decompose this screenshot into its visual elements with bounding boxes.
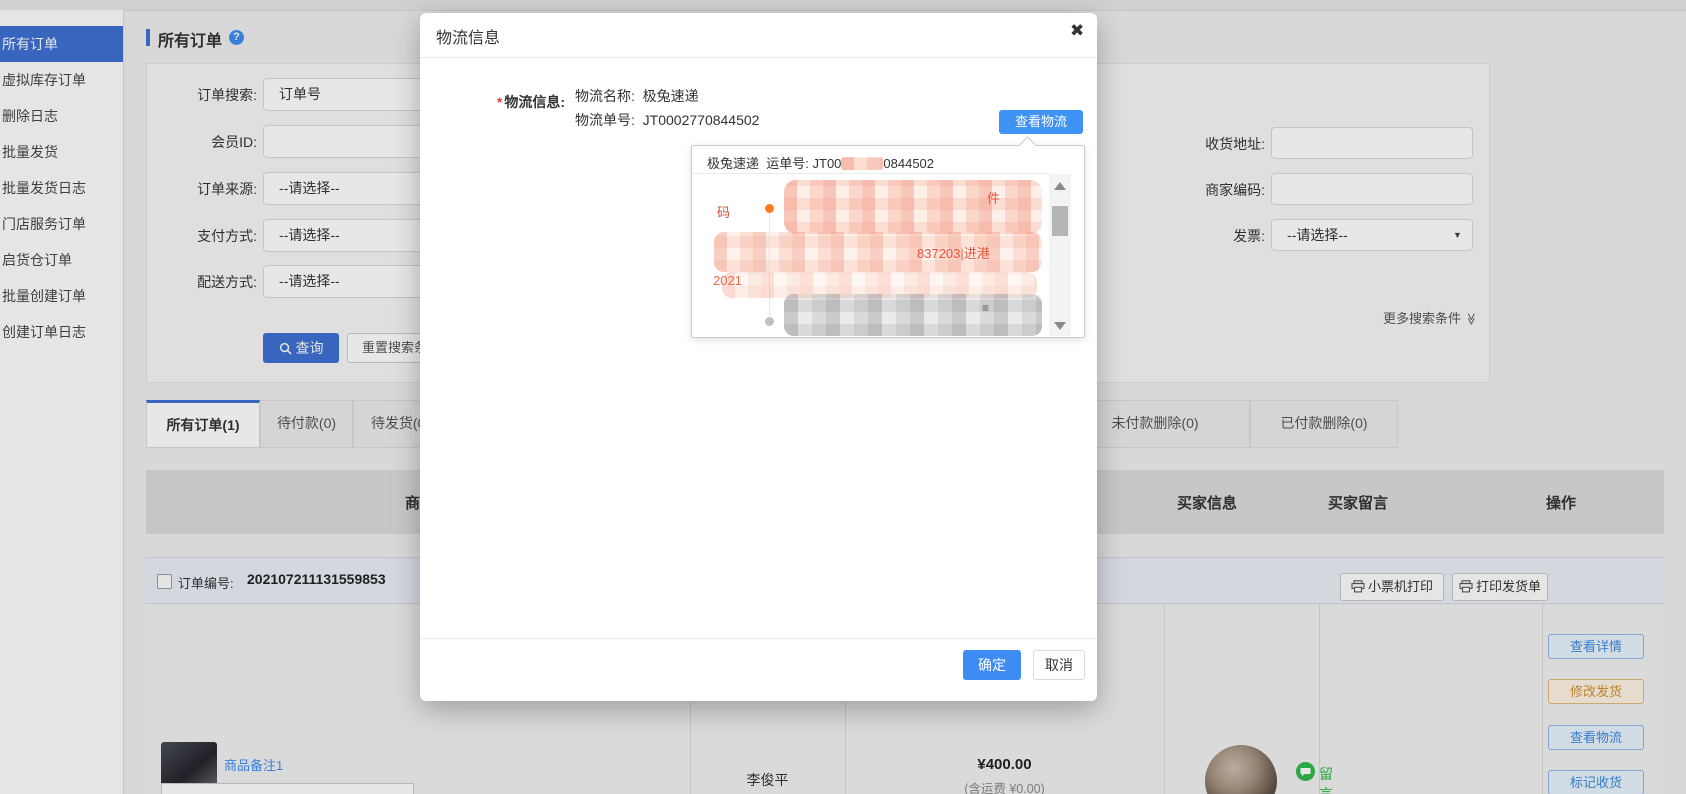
close-icon[interactable]: ✖: [1070, 21, 1084, 41]
logistics-name-row: 物流名称: 极兔速递: [575, 86, 699, 106]
order-admin-page: 所有订单 虚拟库存订单 删除日志 批量发货 批量发货日志 门店服务订单 启货仓订…: [0, 0, 1686, 794]
timeline-bullet-past: [765, 317, 774, 326]
tracking-no-row: 物流单号: JT0002770844502: [575, 110, 759, 130]
logistics-modal: 物流信息 ✖ *物流信息: 物流名称: 极兔速递 物流单号: JT0002770…: [420, 13, 1097, 701]
tracking-fragment-char: 码: [717, 202, 730, 221]
scrollbar-thumb[interactable]: [1052, 206, 1068, 236]
logistics-name-value: 极兔速递: [643, 88, 699, 104]
popup-header-divider: [693, 173, 1049, 174]
tracking-fragment-lines: ≡: [982, 301, 989, 315]
cancel-button[interactable]: 取消: [1033, 650, 1085, 680]
tracking-popup-header: 极兔速递 运单号: JT000844502: [707, 153, 934, 172]
logistics-name-label: 物流名称:: [575, 88, 635, 104]
tracking-fragment-station: 837203|进港: [917, 243, 990, 262]
modal-footer-divider: [420, 638, 1097, 639]
tracking-popup: 极兔速递 运单号: JT000844502 件 码 837203|进港 2021…: [691, 145, 1085, 338]
popup-scrollbar[interactable]: [1049, 174, 1071, 336]
redacted-tracking-text: [784, 180, 1042, 234]
redacted-tracking-text-old: [784, 294, 1042, 336]
redacted-tracking-text: [714, 232, 1042, 272]
confirm-button[interactable]: 确定: [963, 650, 1021, 680]
tracking-no-value: JT0002770844502: [643, 112, 760, 128]
view-logistics-modal-button[interactable]: 查看物流: [999, 110, 1083, 134]
logistics-field-label: *物流信息:: [460, 92, 565, 112]
timeline-bullet-current: [765, 204, 774, 213]
required-star: *: [497, 94, 502, 110]
modal-header-divider: [420, 57, 1097, 58]
modal-title: 物流信息: [436, 24, 500, 48]
scroll-down-icon[interactable]: [1054, 322, 1066, 330]
tracking-no-label: 物流单号:: [575, 112, 635, 128]
scroll-up-icon[interactable]: [1054, 182, 1066, 190]
tracking-fragment-piece: 件: [987, 188, 1000, 207]
tracking-fragment-year: 2021: [713, 273, 742, 288]
redacted-waybill-digits: [841, 157, 883, 170]
